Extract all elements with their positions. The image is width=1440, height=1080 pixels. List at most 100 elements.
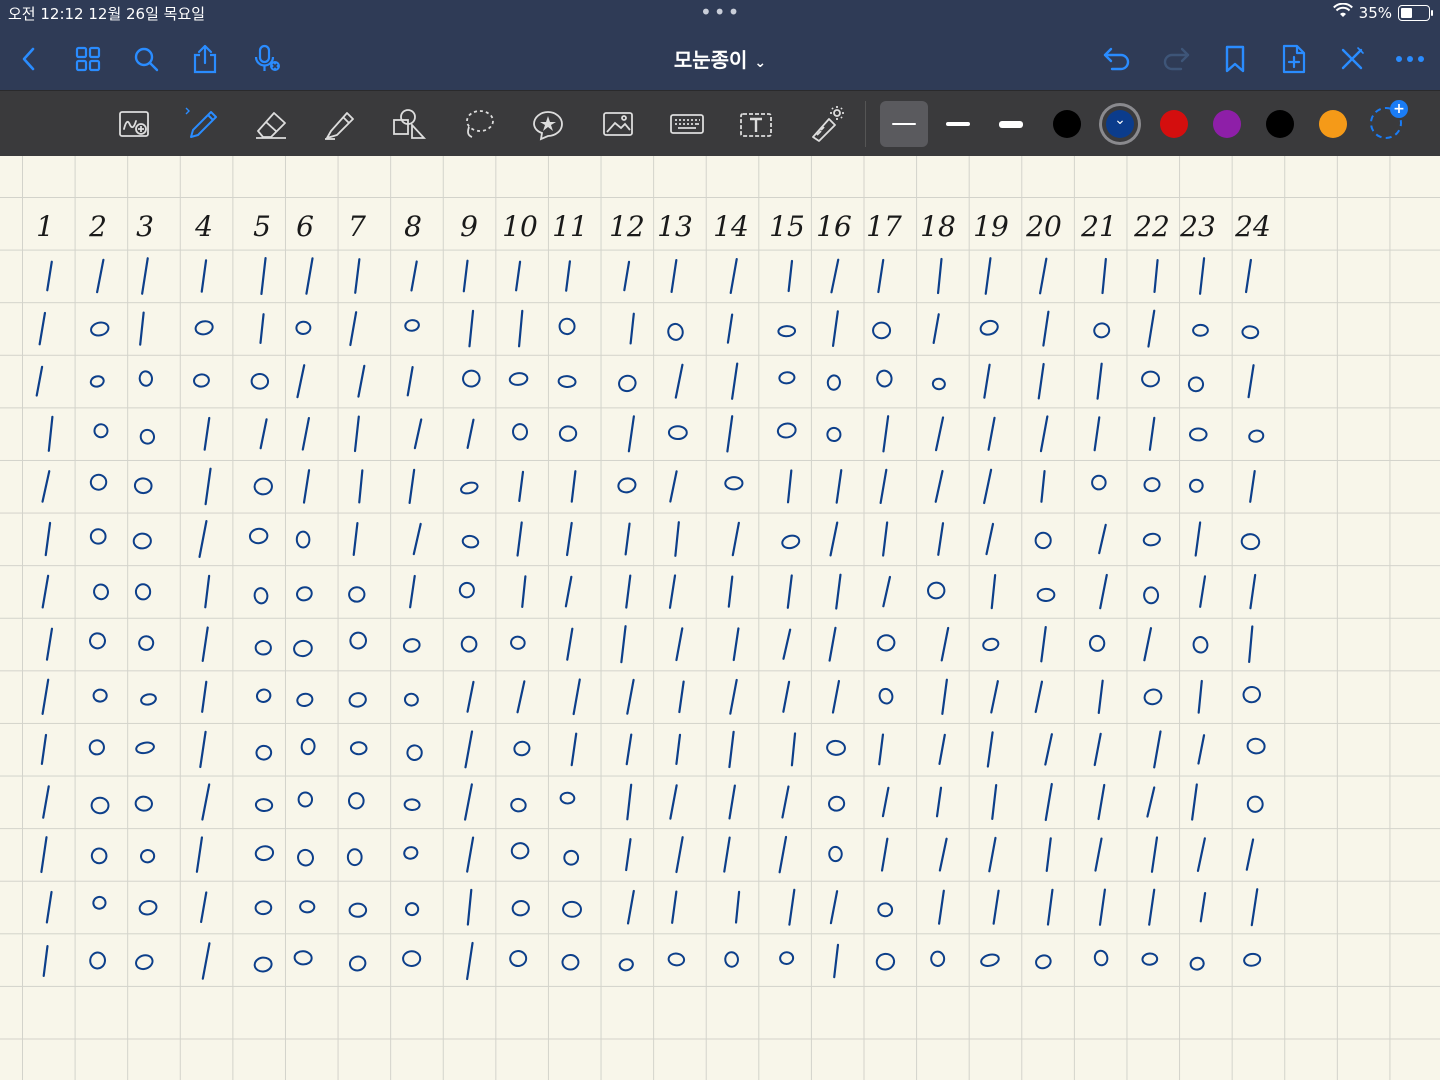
tally-mark-r8-c18	[940, 626, 950, 662]
tally-mark-r4-c3	[139, 428, 156, 445]
color-swatch-black[interactable]	[1053, 110, 1081, 138]
tally-mark-r7-c14	[727, 575, 734, 608]
tally-mark-r4-c5	[259, 418, 268, 450]
tally-mark-r1-c2	[96, 258, 105, 294]
lasso-icon[interactable]	[457, 104, 501, 144]
tally-mark-r8-c9	[460, 635, 478, 653]
tally-mark-r8-c2	[89, 632, 106, 650]
tally-mark-r4-c16	[826, 426, 842, 443]
summary-mark-c7	[348, 955, 367, 972]
summary-mark-c4	[201, 942, 211, 980]
mic-icon[interactable]	[250, 42, 284, 76]
stroke-medium-button[interactable]	[934, 101, 982, 147]
tally-mark-r4-c2	[93, 423, 109, 439]
tally-mark-r3-c6	[296, 364, 306, 399]
add-page-icon[interactable]	[1277, 42, 1311, 76]
close-icon[interactable]	[1335, 42, 1369, 76]
summary-mark-c12	[618, 958, 634, 972]
tally-mark-r7-c12	[625, 574, 632, 609]
document-title[interactable]: 모눈종이 ⌄	[620, 44, 820, 73]
tally-mark-r1-c12	[623, 260, 631, 292]
tally-mark-r5-c11	[570, 470, 577, 503]
multitasking-dots[interactable]: •••	[700, 0, 741, 24]
color-swatch-orange[interactable]	[1319, 110, 1347, 138]
tally-mark-r1-c4	[200, 259, 208, 293]
shape-image-tool-icon[interactable]	[112, 104, 156, 144]
tally-mark-r5-c19	[983, 468, 993, 505]
header-number-17: 17	[866, 210, 902, 243]
tally-mark-r10-c18	[938, 733, 946, 766]
sticker-icon[interactable]	[526, 104, 570, 144]
tally-mark-r5-c12	[617, 477, 637, 494]
color-swatch-purple[interactable]	[1213, 110, 1241, 138]
tally-mark-r3-c7	[357, 364, 366, 398]
tally-mark-r2-c18	[932, 313, 940, 345]
tally-mark-r12-c17	[880, 837, 889, 872]
keyboard-icon[interactable]	[665, 104, 709, 144]
tally-mark-r8-c23	[1192, 636, 1209, 654]
undo-icon[interactable]	[1100, 42, 1134, 76]
image-icon[interactable]	[596, 104, 640, 144]
text-box-icon[interactable]	[734, 104, 778, 144]
summary-mark-c20	[1035, 954, 1052, 970]
tally-mark-r11-c15	[781, 785, 790, 819]
tally-mark-r8-c10	[510, 635, 526, 650]
color-swatch-black-2[interactable]	[1266, 110, 1294, 138]
tally-mark-r2-c1	[38, 311, 47, 346]
tally-mark-r4-c6	[301, 416, 310, 451]
tally-mark-r10-c10	[513, 740, 531, 757]
tally-mark-r2-c19	[979, 319, 999, 336]
tally-mark-r11-c14	[728, 784, 736, 820]
tally-mark-r6-c9	[461, 534, 480, 549]
share-icon[interactable]	[188, 42, 222, 76]
tally-mark-r1-c18	[936, 257, 943, 295]
tally-mark-r9-c10	[516, 680, 526, 714]
tally-mark-r7-c19	[990, 573, 997, 610]
search-icon[interactable]	[129, 42, 163, 76]
more-icon[interactable]	[1393, 42, 1427, 76]
tally-mark-r6-c11	[566, 521, 573, 557]
tally-mark-r11-c5	[254, 798, 274, 813]
tally-mark-r2-c23	[1192, 323, 1209, 337]
tally-mark-r6-c15	[781, 534, 801, 550]
redo-icon[interactable]	[1159, 42, 1193, 76]
eraser-icon[interactable]	[249, 104, 293, 144]
tally-mark-r4-c18	[934, 416, 945, 452]
tally-mark-r9-c4	[201, 680, 208, 713]
status-indicators: 35%	[1332, 2, 1433, 23]
add-color-button[interactable]: +	[1370, 100, 1408, 139]
tally-mark-r8-c15	[782, 628, 792, 660]
header-number-24: 24	[1234, 210, 1271, 243]
stroke-thick-button[interactable]	[987, 101, 1035, 147]
tally-mark-r10-c14	[728, 730, 735, 769]
highlighter-icon[interactable]	[318, 104, 362, 144]
tally-mark-r12-c22	[1150, 836, 1159, 873]
color-swatch-red[interactable]	[1160, 110, 1188, 138]
tally-mark-r5-c14	[724, 476, 744, 491]
header-number-7: 7	[348, 210, 366, 243]
laser-pointer-icon[interactable]	[804, 104, 848, 144]
tally-mark-r5-c13	[669, 470, 678, 503]
graph-paper-canvas[interactable]: 1 2 3 4 5 6 7 8 9 10 11 12 13 14 15 16 17 18 19 20 21 22 23 24	[0, 156, 1440, 1080]
tally-mark-r7-c24	[1249, 573, 1257, 610]
tally-mark-r12-c12	[625, 838, 632, 872]
grid-icon[interactable]	[71, 42, 105, 76]
bookmark-icon[interactable]	[1218, 42, 1252, 76]
tally-mark-r4-c19	[987, 416, 996, 451]
tally-mark-r5-c4	[204, 467, 212, 506]
tally-mark-r2-c5	[259, 313, 265, 345]
shapes-icon[interactable]	[387, 104, 431, 144]
back-icon[interactable]	[12, 42, 46, 76]
tally-mark-r10-c2	[88, 739, 105, 756]
pen-icon[interactable]	[180, 104, 224, 144]
summary-mark-c9	[466, 941, 474, 981]
tally-mark-r3-c17	[876, 369, 893, 388]
tally-mark-r13-c19	[992, 889, 1000, 925]
summary-mark-c16	[833, 943, 840, 979]
tally-mark-r10-c6	[300, 737, 316, 756]
tally-mark-r3-c9	[462, 369, 481, 388]
stroke-thin-button[interactable]	[880, 101, 928, 147]
tally-mark-r2-c16	[831, 310, 839, 347]
tally-mark-r11-c2	[90, 796, 110, 815]
color-swatch-blue[interactable]	[1106, 110, 1134, 138]
